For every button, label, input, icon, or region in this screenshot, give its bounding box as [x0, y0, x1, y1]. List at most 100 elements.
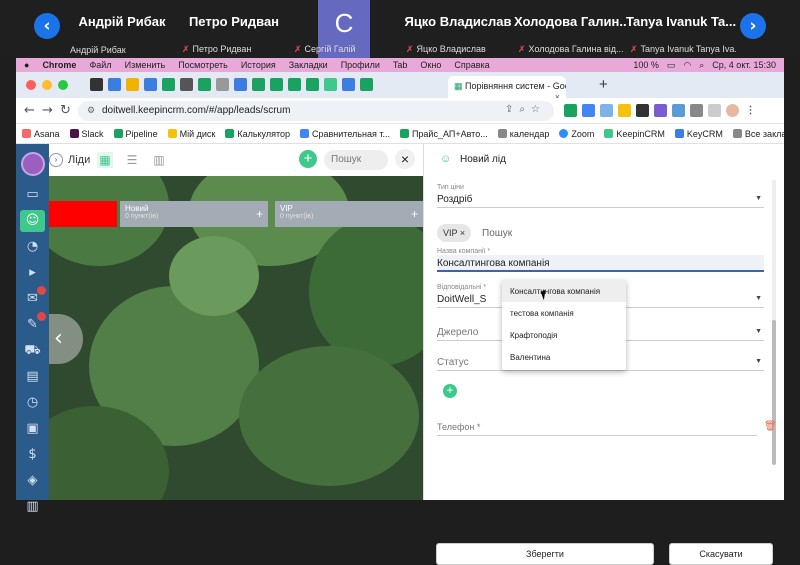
- chevron-right-icon[interactable]: ›: [740, 13, 766, 39]
- more-menu-icon[interactable]: ⋮: [744, 104, 757, 117]
- search-icon[interactable]: ⌕: [699, 60, 704, 71]
- phone-input[interactable]: Телефон *: [437, 419, 757, 436]
- list-view-icon[interactable]: ☰: [124, 152, 140, 168]
- chat-icon[interactable]: ◔: [20, 236, 45, 258]
- forward-icon[interactable]: →: [42, 103, 53, 118]
- participant-tile[interactable]: Петро Ридван ✗ Петро Ридван: [178, 0, 290, 58]
- chevron-left-icon[interactable]: ‹: [49, 314, 83, 364]
- menu-item[interactable]: Закладки: [289, 60, 328, 70]
- company-name-input[interactable]: Консалтингова компанія: [437, 255, 764, 272]
- save-button[interactable]: Зберегти: [436, 543, 654, 565]
- table-view-icon[interactable]: ▥: [151, 152, 167, 168]
- tab-favicon[interactable]: [306, 78, 319, 91]
- extension-icon[interactable]: [618, 104, 631, 117]
- tag-search-input[interactable]: Пошук: [482, 228, 512, 239]
- dropdown-option[interactable]: Валентина: [502, 346, 626, 368]
- scrollbar[interactable]: [772, 180, 776, 465]
- tab-favicon[interactable]: [198, 78, 211, 91]
- extension-icon[interactable]: [582, 104, 595, 117]
- bookmark-item[interactable]: Asana: [22, 129, 60, 139]
- menu-item[interactable]: История: [241, 60, 276, 70]
- box-icon[interactable]: ◈: [20, 470, 45, 492]
- dropdown-option[interactable]: Крафтоподія: [502, 324, 626, 346]
- chevron-left-icon[interactable]: ‹: [34, 13, 60, 39]
- tab-favicon[interactable]: [252, 78, 265, 91]
- all-bookmarks[interactable]: Все закладки: [732, 129, 784, 139]
- extension-icon[interactable]: [654, 104, 667, 117]
- tasks-icon[interactable]: ✎: [20, 312, 46, 336]
- extension-icon[interactable]: [672, 104, 685, 117]
- kanban-column-header[interactable]: Новий 0 пункт(ів) +: [120, 201, 268, 227]
- participant-tile[interactable]: Яцко Владислав ✗ Яцко Владислав: [402, 0, 514, 58]
- reports-icon[interactable]: ▤: [20, 366, 45, 388]
- tab-favicon[interactable]: [360, 78, 373, 91]
- wifi-icon[interactable]: ◠: [683, 60, 691, 71]
- search-input[interactable]: Пошук: [324, 150, 388, 170]
- trash-icon[interactable]: 🗑: [764, 421, 777, 432]
- menu-item[interactable]: Справка: [454, 60, 489, 70]
- site-info-icon[interactable]: ⚙: [87, 105, 95, 116]
- bookmark-item[interactable]: Прайс_АП+Авто...: [399, 129, 488, 139]
- bookmark-item[interactable]: календар: [497, 129, 549, 139]
- profile-avatar[interactable]: [726, 104, 739, 117]
- add-card-icon[interactable]: +: [411, 207, 418, 221]
- tab-favicon[interactable]: [144, 78, 157, 91]
- back-icon[interactable]: ←: [24, 103, 35, 118]
- add-card-icon[interactable]: +: [256, 207, 263, 221]
- participant-tile[interactable]: Андрій Рибак Андрій Рибак: [66, 0, 178, 58]
- menu-item[interactable]: Изменить: [125, 60, 166, 70]
- bookmark-item[interactable]: Slack: [69, 129, 104, 139]
- bookmark-item[interactable]: Сравнительная т...: [300, 129, 390, 139]
- add-field-button[interactable]: +: [443, 384, 457, 398]
- tag-chip[interactable]: VIP ×: [437, 224, 472, 242]
- new-tab-button[interactable]: +: [599, 76, 608, 93]
- bookmark-item[interactable]: KeepinCRM: [604, 129, 665, 139]
- clock[interactable]: Ср, 4 окт. 15:30: [712, 60, 776, 70]
- sidebar-icon[interactable]: [708, 104, 721, 117]
- factory-icon[interactable]: ▥: [20, 496, 45, 518]
- kanban-view-icon[interactable]: ▦: [97, 152, 113, 168]
- price-type-field[interactable]: Тип ціни Роздріб ▼: [437, 184, 764, 208]
- menu-item[interactable]: Посмотреть: [178, 60, 228, 70]
- user-avatar[interactable]: [21, 152, 45, 176]
- puzzle-icon[interactable]: [690, 104, 703, 117]
- bookmark-item[interactable]: Мій диск: [167, 129, 215, 139]
- bookmark-item[interactable]: Zoom: [559, 129, 594, 139]
- menu-item[interactable]: Профили: [341, 60, 380, 70]
- extension-icon[interactable]: [600, 104, 613, 117]
- apple-icon[interactable]: ●: [24, 60, 29, 70]
- extension-icon[interactable]: [636, 104, 649, 117]
- battery-icon[interactable]: ▭: [667, 60, 676, 71]
- mail-icon[interactable]: ✉: [20, 286, 46, 310]
- dropdown-option[interactable]: Консалтингова компанія: [502, 280, 626, 302]
- tab-favicon[interactable]: [180, 78, 193, 91]
- participant-tile[interactable]: Tanya Ivanuk Ta... ✗ Tanya Ivanuk Tanya I…: [626, 0, 736, 58]
- remove-tag-icon[interactable]: ×: [460, 228, 465, 238]
- company-name-field[interactable]: Назва компанії * Консалтингова компанія: [437, 248, 764, 272]
- bookmark-item[interactable]: KeyCRM: [674, 129, 723, 139]
- tab-favicon[interactable]: [162, 78, 175, 91]
- leads-icon[interactable]: ☺: [20, 210, 45, 232]
- participant-tile[interactable]: Холодова Галин... ✗ Холодова Галина від..…: [514, 0, 626, 58]
- url-input[interactable]: ⚙ doitwell.keepincrm.com/#/app/leads/scr…: [78, 101, 554, 121]
- tab-favicon[interactable]: [90, 78, 103, 91]
- tab-favicon[interactable]: [216, 78, 229, 91]
- inbox-icon[interactable]: ▣: [20, 418, 45, 440]
- reload-icon[interactable]: ↻: [60, 103, 71, 118]
- close-window-icon[interactable]: [26, 80, 36, 90]
- collapse-icon[interactable]: ›: [49, 153, 63, 167]
- dropdown-option[interactable]: тестова компанія: [502, 302, 626, 324]
- close-icon[interactable]: ×: [395, 149, 415, 169]
- phone-field[interactable]: Телефон *: [437, 419, 757, 436]
- add-lead-button[interactable]: +: [299, 150, 317, 168]
- menu-item[interactable]: Файл: [89, 60, 111, 70]
- tab-favicon[interactable]: [288, 78, 301, 91]
- tab-favicon[interactable]: [234, 78, 247, 91]
- menu-item[interactable]: Tab: [393, 60, 408, 70]
- tab-favicon[interactable]: [324, 78, 337, 91]
- clock-icon[interactable]: ◷: [20, 392, 45, 414]
- cancel-button[interactable]: Скасувати: [669, 543, 773, 565]
- kanban-column-header[interactable]: VIP 0 пункт(ів) +: [275, 201, 423, 227]
- minimize-window-icon[interactable]: [42, 80, 52, 90]
- active-tab[interactable]: ▦ Порівняння систем - Google ×: [448, 76, 566, 98]
